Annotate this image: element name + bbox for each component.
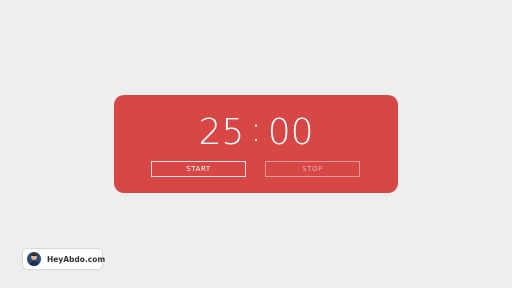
page: 25 : 00 START STOP HeyAbdo.com [0,0,512,288]
timer-seconds: 00 [267,111,314,153]
start-button[interactable]: START [151,161,246,177]
avatar [27,252,41,266]
brand-badge[interactable]: HeyAbdo.com [22,248,106,270]
timer-display: 25 : 00 [114,110,398,154]
brand-label: HeyAbdo.com [47,254,106,264]
stop-button[interactable]: STOP [265,161,360,177]
timer-separator: : [250,110,262,150]
timer-minutes: 25 [198,111,245,153]
